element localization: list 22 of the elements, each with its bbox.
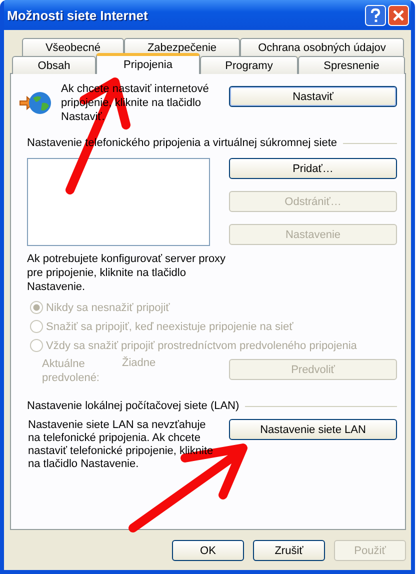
help-button[interactable] <box>365 4 386 26</box>
dialog-button[interactable]: Zrušiť <box>253 540 325 561</box>
connections-list[interactable] <box>27 158 210 246</box>
tab[interactable]: Pripojenia <box>96 53 200 74</box>
lan-settings-button[interactable]: Nastavenie siete LAN <box>229 419 397 440</box>
tab[interactable]: Spresnenie <box>298 56 405 74</box>
default-label: Aktuálne predvolené: <box>42 357 100 385</box>
tab[interactable]: Programy <box>200 56 298 74</box>
close-button[interactable] <box>388 4 409 26</box>
radio-label: Nikdy sa nesnažiť pripojiť <box>46 302 170 314</box>
setup-button[interactable]: Nastaviť <box>229 86 397 107</box>
dialog-button[interactable]: OK <box>172 540 244 561</box>
window-title: Možnosti siete Internet <box>7 8 148 22</box>
default-value: Žiadne <box>122 357 156 369</box>
tab[interactable]: Všeobecné <box>22 38 124 56</box>
tab[interactable]: Ochrana osobných údajov <box>240 38 404 56</box>
proxy-instructions: Ak potrebujete konfigurovať server proxy pre pripojenie, kliknite na tlačidlo Nastavenie. <box>27 252 227 294</box>
radio-label: Snažiť sa pripojiť, keď neexistuje pripojenie na sieť <box>46 320 294 332</box>
tab[interactable]: Obsah <box>12 56 96 74</box>
section-heading: Nastavenie lokálnej počítačovej siete (LAN) <box>27 400 240 412</box>
dialup-button[interactable]: Pridať… <box>229 158 397 179</box>
radio-label: Vždy sa snažiť pripojiť prostredníctvom predvoleného pripojenia <box>46 340 357 352</box>
